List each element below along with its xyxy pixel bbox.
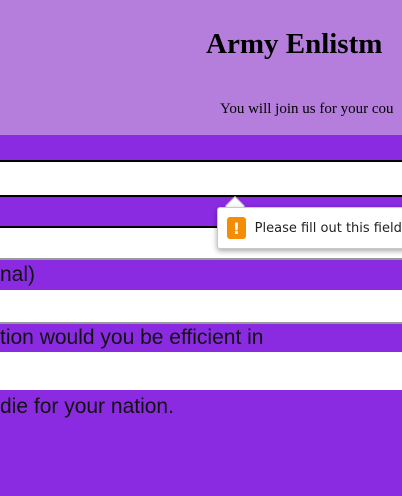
field-label: tion would you be efficient in bbox=[0, 326, 264, 349]
validation-tooltip: ! Please fill out this field. bbox=[217, 207, 402, 249]
field-label: nal) bbox=[0, 263, 36, 286]
page-subtitle: You will join us for your cou bbox=[220, 101, 394, 117]
form-label-band bbox=[0, 260, 402, 290]
warning-icon: ! bbox=[227, 217, 246, 239]
text-input-4[interactable] bbox=[0, 352, 402, 390]
page-title: Army Enlistm bbox=[206, 28, 383, 60]
text-input-3[interactable] bbox=[0, 290, 402, 322]
text-input-1[interactable] bbox=[0, 162, 402, 195]
field-label: die for your nation. bbox=[0, 395, 174, 418]
form-label-band bbox=[0, 135, 402, 160]
page-header: Army Enlistm You will join us for your c… bbox=[0, 0, 402, 135]
validation-message: Please fill out this field. bbox=[254, 220, 402, 236]
